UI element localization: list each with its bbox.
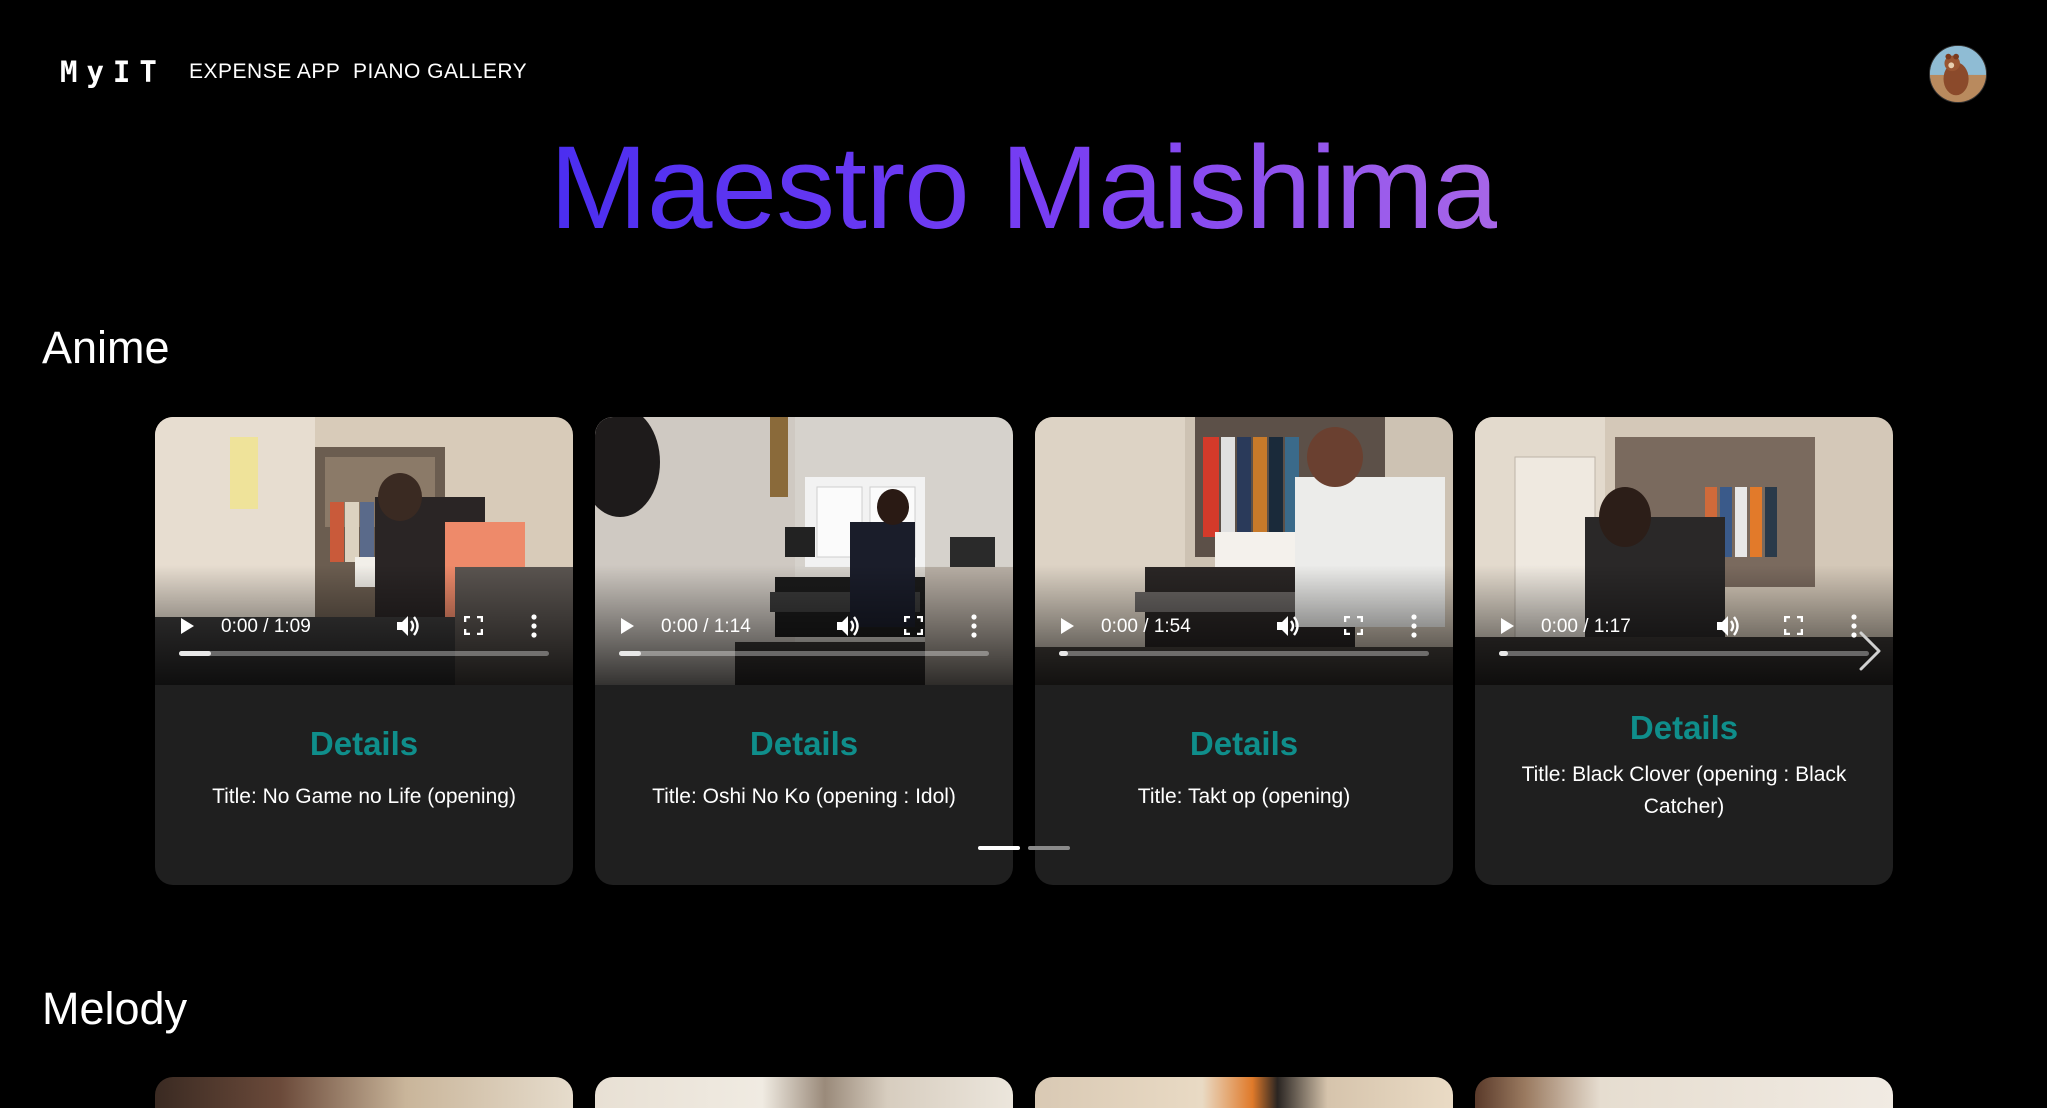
details-heading: Details (309, 725, 419, 762)
anime-carousel: 0:00 / 1:09 Details Title: No Game no Li… (155, 417, 1893, 887)
more-vertical-icon[interactable] (970, 613, 978, 639)
video-progress-bar[interactable] (1059, 651, 1429, 656)
details-heading: Details (1629, 709, 1739, 746)
video-time: 0:00 / 1:14 (661, 616, 751, 637)
melody-carousel (155, 1077, 1893, 1108)
details-heading: Details (1189, 725, 1299, 762)
fullscreen-icon[interactable] (904, 616, 923, 635)
volume-icon[interactable] (1275, 613, 1301, 639)
nav-link-piano-gallery[interactable]: PIANO GALLERY (353, 60, 527, 84)
play-icon[interactable] (179, 617, 195, 635)
video-card: 0:00 / 1:09 Details Title: No Game no Li… (155, 417, 573, 885)
volume-icon[interactable] (395, 613, 421, 639)
video-player[interactable]: 0:00 / 1:17 (1475, 417, 1893, 685)
video-player[interactable]: 0:00 / 1:09 (155, 417, 573, 685)
play-icon[interactable] (1059, 617, 1075, 635)
fullscreen-icon[interactable] (1344, 616, 1363, 635)
video-controls: 0:00 / 1:54 (1035, 607, 1453, 647)
avatar[interactable] (1929, 45, 1987, 103)
video-card[interactable] (1035, 1077, 1453, 1108)
carousel-dot-1[interactable] (978, 846, 1020, 850)
section-title-melody: Melody (42, 983, 188, 1034)
details-heading: Details (749, 725, 859, 762)
video-progress-bar[interactable] (179, 651, 549, 656)
section-title-anime: Anime (42, 322, 170, 373)
video-controls: 0:00 / 1:17 (1475, 607, 1893, 647)
nav-link-expense-app[interactable]: EXPENSE APP (189, 60, 340, 84)
video-card[interactable] (155, 1077, 573, 1108)
video-card[interactable] (1475, 1077, 1893, 1108)
video-progress-bar[interactable] (1499, 651, 1869, 656)
video-card: 0:00 / 1:17 Details Title: Black Clover … (1475, 417, 1893, 885)
video-details: Details Title: Oshi No Ko (opening : Ido… (595, 685, 1013, 885)
video-progress-fill (1499, 651, 1508, 656)
video-time: 0:00 / 1:09 (221, 616, 311, 637)
fullscreen-icon[interactable] (464, 616, 483, 635)
video-progress-fill (1059, 651, 1068, 656)
chevron-right-icon[interactable] (1855, 629, 1885, 673)
video-title: Title: Oshi No Ko (opening : Idol) (652, 785, 956, 808)
video-title: Title: Black Clover (opening : Black Cat… (1521, 763, 1847, 818)
video-title: Title: Takt op (opening) (1137, 785, 1351, 808)
video-progress-bar[interactable] (619, 651, 989, 656)
more-vertical-icon[interactable] (530, 613, 538, 639)
volume-icon[interactable] (1715, 613, 1741, 639)
video-progress-fill (179, 651, 211, 656)
video-time: 0:00 / 1:17 (1541, 616, 1631, 637)
more-vertical-icon[interactable] (1410, 613, 1418, 639)
page-title: Maestro Maishima (549, 122, 1499, 254)
page: MyIT EXPENSE APP PIANO GALLERY Maestro M… (0, 0, 2047, 1108)
video-player[interactable]: 0:00 / 1:54 (1035, 417, 1453, 685)
video-title: Title: No Game no Life (opening) (212, 785, 516, 808)
carousel-pagination (978, 846, 1088, 852)
logo[interactable]: MyIT (60, 55, 166, 89)
play-icon[interactable] (619, 617, 635, 635)
volume-icon[interactable] (835, 613, 861, 639)
video-card: 0:00 / 1:14 Details Title: Oshi No Ko (o… (595, 417, 1013, 885)
video-details: Details Title: No Game no Life (opening) (155, 685, 573, 885)
video-card[interactable] (595, 1077, 1013, 1108)
video-details: Details Title: Takt op (opening) (1035, 685, 1453, 885)
video-card: 0:00 / 1:54 Details Title: Takt op (open… (1035, 417, 1453, 885)
video-details: Details Title: Black Clover (opening : B… (1475, 685, 1893, 885)
carousel-dot-2[interactable] (1028, 846, 1070, 850)
play-icon[interactable] (1499, 617, 1515, 635)
avatar-image (1930, 46, 1986, 102)
video-controls: 0:00 / 1:09 (155, 607, 573, 647)
video-time: 0:00 / 1:54 (1101, 616, 1191, 637)
video-progress-fill (619, 651, 641, 656)
fullscreen-icon[interactable] (1784, 616, 1803, 635)
video-player[interactable]: 0:00 / 1:14 (595, 417, 1013, 685)
video-controls: 0:00 / 1:14 (595, 607, 1013, 647)
